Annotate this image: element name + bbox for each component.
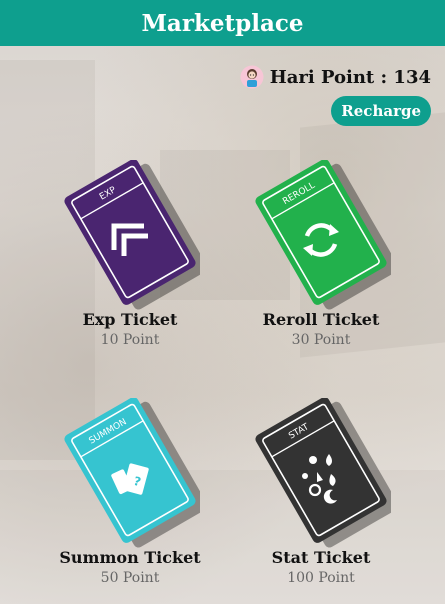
points-display: Hari Point : 134 bbox=[240, 62, 431, 92]
recharge-button[interactable]: Recharge bbox=[331, 96, 431, 126]
reroll-ticket-image: REROLL bbox=[255, 160, 391, 310]
reroll-ticket-card[interactable]: REROLL Reroll Ticket 30 Point bbox=[231, 160, 411, 348]
ticket-name: Summon Ticket bbox=[59, 548, 201, 567]
ticket-name: Reroll Ticket bbox=[262, 310, 380, 329]
ticket-price: 100 Point bbox=[287, 570, 355, 586]
ticket-price: 30 Point bbox=[291, 332, 351, 348]
summon-ticket-image: SUMMON ? bbox=[64, 398, 200, 548]
ticket-name: Exp Ticket bbox=[82, 310, 178, 329]
ticket-name: Stat Ticket bbox=[271, 548, 371, 567]
exp-ticket-image: EXP bbox=[64, 160, 200, 310]
ticket-price: 10 Point bbox=[100, 332, 160, 348]
summon-ticket-card[interactable]: SUMMON ? Summon Ticket 50 Point bbox=[40, 398, 220, 586]
stat-ticket-image: STAT bbox=[255, 398, 391, 548]
avatar bbox=[240, 65, 264, 89]
ticket-price: 50 Point bbox=[100, 570, 160, 586]
page-title: Marketplace bbox=[141, 9, 304, 37]
stat-ticket-card[interactable]: STAT Stat Ticket 100 Point bbox=[231, 398, 411, 586]
exp-ticket-card[interactable]: EXP Exp Ticket 10 Point bbox=[40, 160, 220, 348]
hari-point-label: Hari Point : 134 bbox=[269, 66, 431, 88]
header-bar: Marketplace bbox=[0, 0, 445, 46]
